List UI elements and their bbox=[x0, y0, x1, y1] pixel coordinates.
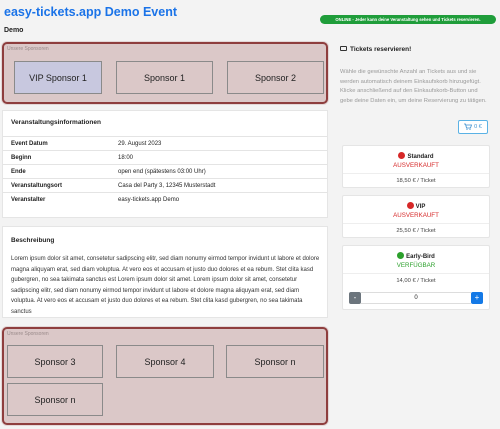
ticket-price: 25,50 € / Ticket bbox=[396, 228, 436, 234]
info-row-date: Event Datum 29. August 2023 bbox=[3, 136, 327, 150]
sponsors-top-section: Unsere Sponsoren VIP Sponsor 1 Sponsor 1… bbox=[2, 42, 328, 104]
online-status-badge: ONLINE - Jeder kann deine Veranstaltung … bbox=[320, 15, 496, 24]
info-value: 29. August 2023 bbox=[118, 141, 162, 147]
ticket-name: VIP bbox=[343, 202, 489, 210]
ticket-card-vip: VIP AUSVERKAUFT 25,50 € / Ticket bbox=[342, 195, 490, 238]
info-label: Ende bbox=[11, 169, 26, 175]
ticket-card-standard: Standard AUSVERKAUFT 18,50 € / Ticket bbox=[342, 145, 490, 188]
page-subtitle: Demo bbox=[4, 27, 24, 34]
sponsors-caption: Unsere Sponsoren bbox=[7, 46, 49, 52]
ticket-name-label: VIP bbox=[415, 204, 426, 210]
event-info-title: Veranstaltungsinformationen bbox=[11, 119, 101, 126]
ticket-name-label: Early-Bird bbox=[406, 254, 435, 260]
ticket-status: AUSVERKAUFT bbox=[393, 212, 439, 219]
description-title: Beschreibung bbox=[11, 237, 55, 244]
sponsor-tile-vip-1[interactable]: VIP Sponsor 1 bbox=[14, 61, 102, 94]
info-row-start: Beginn 18:00 bbox=[3, 150, 327, 164]
ticket-status: VERFÜGBAR bbox=[396, 262, 436, 269]
info-row-end: Ende open end (spätestens 03:00 Uhr) bbox=[3, 164, 327, 178]
sponsor-tile-4[interactable]: Sponsor 4 bbox=[116, 345, 214, 378]
ticket-card-early-bird: Early-Bird VERFÜGBAR 14,00 € / Ticket - … bbox=[342, 245, 490, 310]
sponsors-caption: Unsere Sponsoren bbox=[7, 331, 49, 337]
ticket-price: 18,50 € / Ticket bbox=[396, 178, 436, 184]
tickets-header: Tickets reservieren! bbox=[340, 46, 496, 53]
info-label: Beginn bbox=[11, 155, 32, 161]
event-info-card: Veranstaltungsinformationen Event Datum … bbox=[2, 110, 328, 218]
info-row-venue: Veranstaltungsort Casa del Party 3, 1234… bbox=[3, 178, 327, 192]
page-title: easy-tickets.app Demo Event bbox=[4, 5, 177, 19]
info-value: Casa del Party 3, 12345 Musterstadt bbox=[118, 183, 216, 189]
sponsor-tile-n-2[interactable]: Sponsor n bbox=[7, 383, 103, 416]
tickets-header-label: Tickets reservieren! bbox=[350, 46, 412, 53]
info-label: Event Datum bbox=[11, 141, 48, 147]
sponsor-tile-n[interactable]: Sponsor n bbox=[226, 345, 324, 378]
description-text: Lorem ipsum dolor sit amet, consetetur s… bbox=[11, 256, 320, 315]
ticket-divider bbox=[343, 173, 489, 174]
status-dot-icon bbox=[397, 252, 405, 259]
cart-icon bbox=[464, 123, 473, 132]
sponsors-bottom-section: Unsere Sponsoren Sponsor 3 Sponsor 4 Spo… bbox=[2, 327, 328, 425]
description-card: Beschreibung Lorem ipsum dolor sit amet,… bbox=[2, 226, 328, 318]
info-row-organizer: Veranstalter easy-tickets.app Demo bbox=[3, 192, 327, 206]
ticket-name: Standard bbox=[343, 152, 489, 160]
ticket-divider bbox=[343, 273, 489, 274]
ticket-icon bbox=[340, 46, 347, 51]
cart-button[interactable]: 0 € bbox=[458, 120, 488, 134]
ticket-name-label: Standard bbox=[407, 154, 434, 160]
status-dot-icon bbox=[398, 152, 406, 159]
sponsor-tile-2[interactable]: Sponsor 2 bbox=[227, 61, 324, 94]
info-value: easy-tickets.app Demo bbox=[118, 197, 180, 203]
quantity-plus-button[interactable]: + bbox=[471, 292, 483, 304]
ticket-name: Early-Bird bbox=[343, 252, 489, 260]
tickets-description: Wähle die gewünschte Anzahl an Tickets a… bbox=[340, 69, 487, 104]
ticket-price: 14,00 € / Ticket bbox=[396, 278, 436, 284]
cart-total: 0 € bbox=[474, 124, 482, 130]
info-value: open end (spätestens 03:00 Uhr) bbox=[118, 169, 206, 175]
ticket-status: AUSVERKAUFT bbox=[393, 162, 439, 169]
sponsor-tile-1[interactable]: Sponsor 1 bbox=[116, 61, 213, 94]
info-label: Veranstaltungsort bbox=[11, 183, 63, 189]
info-label: Veranstalter bbox=[11, 197, 46, 203]
quantity-minus-button[interactable]: - bbox=[349, 292, 361, 304]
ticket-divider bbox=[343, 223, 489, 224]
quantity-value[interactable]: 0 bbox=[361, 292, 471, 304]
info-value: 18:00 bbox=[118, 155, 134, 161]
sponsor-tile-3[interactable]: Sponsor 3 bbox=[7, 345, 103, 378]
status-dot-icon bbox=[406, 202, 414, 209]
